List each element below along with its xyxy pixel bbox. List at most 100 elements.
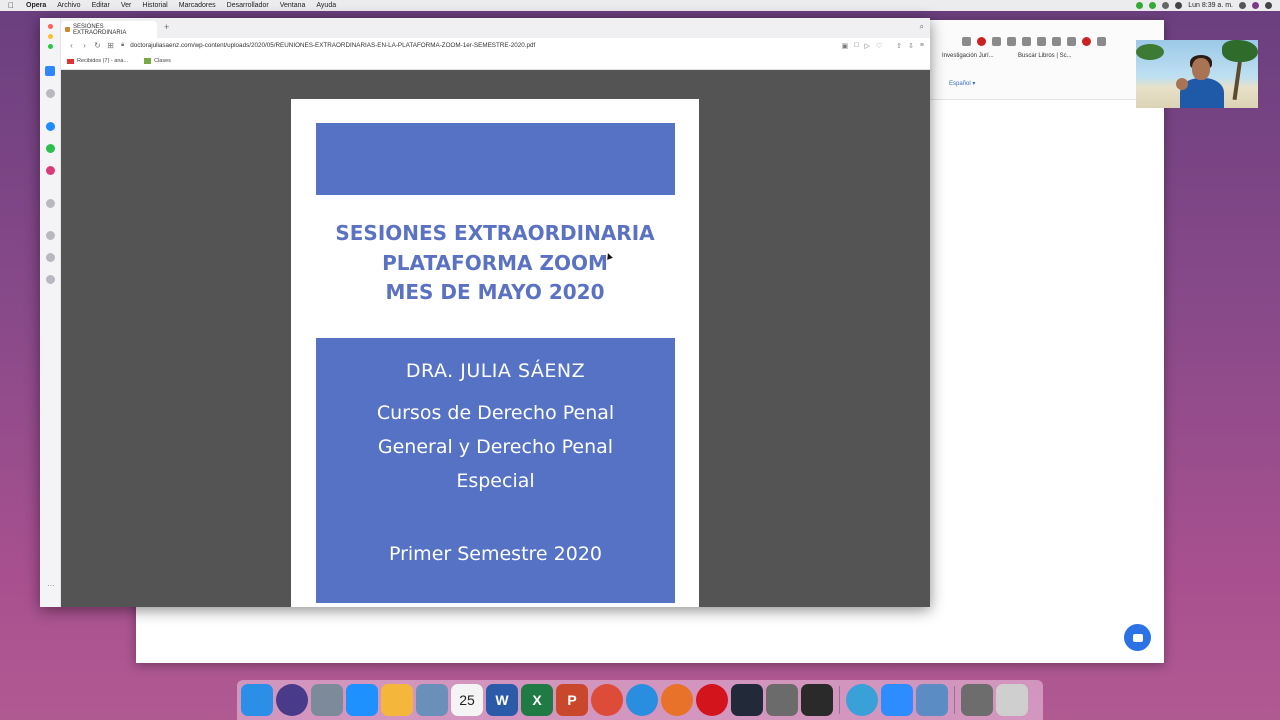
menu-archivo[interactable]: Archivo [57, 2, 80, 9]
menu-app-name[interactable]: Opera [26, 2, 46, 9]
status-green-icon[interactable] [1136, 2, 1144, 9]
history-icon[interactable] [46, 253, 55, 262]
battery-icon[interactable] [1175, 2, 1183, 9]
extension-icon-6[interactable] [1067, 37, 1076, 46]
minimize-window-button[interactable] [48, 34, 53, 39]
menu-ventana[interactable]: Ventana [280, 2, 306, 9]
settings-icon[interactable] [46, 275, 55, 284]
share-icon[interactable]: ⇧ [896, 42, 902, 50]
more-icon[interactable]: ··· [47, 581, 55, 590]
dock-photos-icon[interactable] [381, 684, 413, 716]
heart-outline-icon[interactable]: ♡ [876, 42, 882, 50]
dock-chrome-icon[interactable] [591, 684, 623, 716]
dock-calendar-icon[interactable]: 25 [451, 684, 483, 716]
pdf-courses: Cursos de Derecho Penal General y Derech… [316, 396, 675, 498]
background-bookmark-1[interactable]: Investigación Jurí... [942, 53, 994, 59]
search-icon[interactable] [1239, 2, 1246, 9]
instagram-icon[interactable] [46, 166, 55, 175]
classroom-icon [144, 58, 152, 64]
dock-siri-icon[interactable] [276, 684, 308, 716]
pinterest-icon[interactable] [977, 37, 986, 46]
bookmark-clases[interactable]: Clases [144, 58, 171, 64]
bookmarks-icon[interactable] [46, 89, 55, 98]
dock-trash-icon[interactable] [996, 684, 1028, 716]
pdf-course-line-2: General y Derecho Penal [377, 436, 614, 458]
chat-button[interactable] [1124, 624, 1151, 651]
background-bookmark-2[interactable]: Buscar Libros | Sc... [1018, 53, 1072, 59]
extension-icon-5[interactable] [1052, 37, 1061, 46]
close-window-button[interactable] [48, 24, 53, 29]
zoom-window-button[interactable] [48, 44, 53, 49]
extension-icon-4[interactable] [1037, 37, 1046, 46]
player-icon[interactable] [46, 199, 55, 208]
extension-icon-1[interactable] [992, 37, 1001, 46]
tab-search-icon[interactable]: ⌕ [920, 22, 924, 32]
bookmarks-bar: Recibidos (7) - ana... Clases [61, 53, 930, 70]
tab-active[interactable]: SESIONES EXTRAORDINARIA [61, 21, 157, 38]
menu-icon[interactable]: ≡ [920, 42, 924, 50]
tab-favicon-icon [65, 27, 70, 32]
dock-firefox-icon[interactable] [661, 684, 693, 716]
extension-icon-2[interactable] [1007, 37, 1016, 46]
dock-webex-icon[interactable] [846, 684, 878, 716]
menu-clock[interactable]: Lun 8:39 a. m. [1188, 2, 1233, 9]
pdf-title-line-2: PLATAFORMA ZOOM [382, 250, 608, 275]
grid-icon[interactable]: ⊞ [104, 41, 117, 50]
dock-word-icon[interactable]: W [486, 684, 518, 716]
menu-marcadores[interactable]: Marcadores [179, 2, 216, 9]
dock-app-store-icon[interactable] [346, 684, 378, 716]
url-field[interactable]: doctorajuliasaenz.com/wp-content/uploads… [130, 42, 535, 49]
address-bar: ‹ › ↻ ⊞ 🔒︎ doctorajuliasaenz.com/wp-cont… [61, 38, 930, 53]
messenger-icon[interactable] [46, 122, 55, 131]
shield-icon[interactable]: □ [854, 42, 858, 50]
status-area: Lun 8:39 a. m. [1136, 2, 1272, 9]
extension-icon-3[interactable] [1022, 37, 1031, 46]
whatsapp-icon[interactable] [46, 144, 55, 153]
status-green-icon-2[interactable] [1149, 2, 1157, 9]
heart-icon[interactable] [46, 231, 55, 240]
camera-icon[interactable]: ▣ [842, 42, 849, 50]
dock-downloads-icon[interactable] [961, 684, 993, 716]
notification-center-icon[interactable] [1265, 2, 1272, 9]
dock-screenshot-icon[interactable] [766, 684, 798, 716]
download-icon[interactable]: ⇩ [908, 42, 914, 50]
dock-preview-icon[interactable] [416, 684, 448, 716]
back-icon[interactable]: ‹ [65, 41, 78, 50]
extension-icon-7[interactable] [1082, 37, 1091, 46]
pdf-viewer[interactable]: SESIONES EXTRAORDINARIA PLATAFORMA ZOOM … [61, 70, 930, 607]
dock-safari-icon[interactable] [626, 684, 658, 716]
menu-ayuda[interactable]: Ayuda [316, 2, 336, 9]
opera-window: ··· SESIONES EXTRAORDINARIA + ⌕ ‹ › ↻ ⊞ … [40, 18, 930, 607]
opera-sidebar: ··· [40, 18, 61, 607]
pdf-semester: Primer Semestre 2020 [388, 543, 603, 565]
menu-editar[interactable]: Editar [92, 2, 110, 9]
menu-historial[interactable]: Historial [142, 2, 167, 9]
wifi-icon[interactable] [1162, 2, 1170, 9]
pdf-course-line-1: Cursos de Derecho Penal [376, 402, 615, 424]
speed-dial-icon[interactable] [45, 66, 55, 76]
dock-zoom-icon[interactable] [881, 684, 913, 716]
menu-ver[interactable]: Ver [121, 2, 132, 9]
apple-icon[interactable]:  [8, 1, 16, 10]
extension-icon-8[interactable] [1097, 37, 1106, 46]
cast-icon[interactable]: ▷ [864, 42, 869, 50]
forward-icon[interactable]: › [78, 41, 91, 50]
dock-opera-icon[interactable] [696, 684, 728, 716]
dock-launchpad-icon[interactable] [311, 684, 343, 716]
new-tab-button[interactable]: + [164, 22, 169, 32]
dock: 25 W X P [237, 680, 1043, 720]
siri-icon[interactable] [1252, 2, 1259, 9]
tab-bar: SESIONES EXTRAORDINARIA + ⌕ [61, 18, 930, 38]
bookmark-gmail[interactable]: Recibidos (7) - ana... [67, 58, 128, 64]
dock-finder-icon[interactable] [241, 684, 273, 716]
language-selector[interactable]: Español ▾ [949, 80, 975, 87]
star-icon[interactable] [962, 37, 971, 46]
dock-printer-icon[interactable] [801, 684, 833, 716]
dock-excel-icon[interactable]: X [521, 684, 553, 716]
dock-documents-icon[interactable] [916, 684, 948, 716]
dock-powerpoint-icon[interactable]: P [556, 684, 588, 716]
reload-icon[interactable]: ↻ [91, 41, 104, 50]
lock-icon[interactable]: 🔒︎ [121, 42, 124, 49]
dock-quicktime-icon[interactable] [731, 684, 763, 716]
menu-desarrollador[interactable]: Desarrollador [227, 2, 269, 9]
